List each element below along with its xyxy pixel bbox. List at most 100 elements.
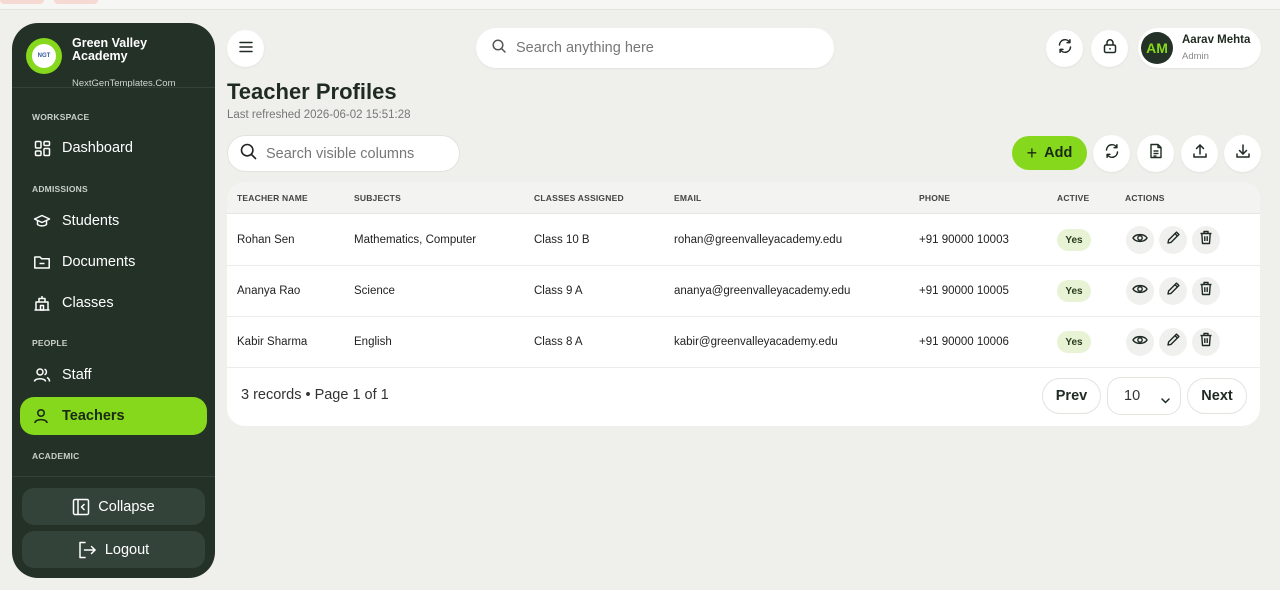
lock-button[interactable] [1091, 30, 1128, 67]
edit-button[interactable] [1159, 226, 1187, 254]
table-row: Rohan Sen Mathematics, Computer Class 10… [227, 215, 1260, 266]
global-search-input[interactable] [516, 40, 816, 56]
school-icon [32, 293, 52, 313]
trash-icon [1199, 332, 1213, 352]
column-header-phone[interactable]: PHONE [919, 193, 950, 203]
records-summary: 3 records • Page 1 of 1 [241, 387, 389, 403]
reload-table-button[interactable] [1093, 135, 1130, 172]
refresh-button[interactable] [1046, 30, 1083, 67]
trash-icon [1199, 281, 1213, 301]
next-page-button[interactable]: Next [1187, 378, 1247, 414]
sidebar-item-classes[interactable]: Classes [20, 284, 207, 322]
upload-icon [1192, 143, 1208, 164]
sidebar-item-label: Classes [62, 295, 114, 311]
sidebar-item-staff[interactable]: Staff [20, 356, 207, 394]
trash-icon [1199, 230, 1213, 250]
edit-button[interactable] [1159, 328, 1187, 356]
column-header-teacher-name[interactable]: TEACHER NAME [237, 193, 308, 203]
global-search[interactable] [476, 28, 834, 68]
delete-button[interactable] [1192, 277, 1220, 305]
users-icon [32, 365, 52, 385]
column-header-email[interactable]: EMAIL [674, 193, 701, 203]
search-icon [240, 143, 257, 165]
sidebar-item-dashboard[interactable]: Dashboard [20, 129, 207, 167]
browser-top-strip [0, 0, 1280, 10]
sidebar-item-label: Documents [62, 254, 136, 270]
cell-teacher-name: Rohan Sen [237, 234, 295, 246]
view-button[interactable] [1126, 226, 1154, 254]
sidebar-item-teachers[interactable]: Teachers [20, 397, 207, 435]
graduation-cap-icon [32, 211, 52, 231]
cell-phone: +91 90000 10005 [919, 285, 1009, 297]
menu-toggle-button[interactable] [227, 30, 264, 67]
column-search-input[interactable] [266, 145, 446, 162]
search-icon [492, 38, 506, 58]
brand-logo: NGT [26, 38, 62, 74]
user-role: Admin [1182, 51, 1209, 62]
cell-classes: Class 8 A [534, 336, 583, 348]
cell-subjects: Science [354, 285, 395, 297]
delete-button[interactable] [1192, 328, 1220, 356]
view-button[interactable] [1126, 277, 1154, 305]
logout-button[interactable]: Logout [22, 531, 205, 568]
page-size-select[interactable]: 10 [1107, 377, 1181, 415]
upload-button[interactable] [1181, 135, 1218, 172]
cell-classes: Class 10 B [534, 234, 590, 246]
logo-text: NGT [32, 44, 56, 68]
status-badge: Yes [1057, 280, 1091, 302]
chevron-down-icon [1161, 392, 1170, 408]
pencil-icon [1166, 281, 1181, 301]
sidebar-item-label: Students [62, 213, 120, 229]
page-title: Teacher Profiles [227, 79, 397, 104]
collapse-icon [72, 498, 90, 516]
cell-subjects: Mathematics, Computer [354, 234, 477, 246]
refresh-icon [1104, 143, 1120, 164]
brand-name: Green Valley Academy [72, 36, 148, 63]
prev-page-button[interactable]: Prev [1042, 378, 1101, 414]
pencil-icon [1166, 332, 1181, 352]
delete-button[interactable] [1192, 226, 1220, 254]
sidebar-item-documents[interactable]: Documents [20, 243, 207, 281]
section-label-workspace: WORKSPACE [32, 112, 90, 122]
cell-subjects: English [354, 336, 392, 348]
logout-label: Logout [104, 541, 150, 558]
sidebar-item-students[interactable]: Students [20, 202, 207, 240]
column-header-active[interactable]: ACTIVE [1057, 193, 1089, 203]
hamburger-icon [238, 40, 253, 58]
add-label: Add [1044, 145, 1073, 161]
column-header-actions: ACTIONS [1125, 193, 1165, 203]
section-label-academic: ACADEMIC [32, 451, 80, 461]
cell-phone: +91 90000 10003 [919, 234, 1009, 246]
collapse-button[interactable]: Collapse [22, 488, 205, 525]
column-header-subjects[interactable]: SUBJECTS [354, 193, 401, 203]
user-icon [32, 406, 52, 426]
add-teacher-button[interactable]: + Add [1012, 136, 1087, 170]
sidebar-item-label: Teachers [62, 408, 125, 424]
logout-icon [78, 541, 97, 559]
divider [12, 476, 215, 477]
lock-icon [1103, 38, 1117, 59]
export-document-button[interactable] [1137, 135, 1174, 172]
teachers-table: TEACHER NAME SUBJECTS CLASSES ASSIGNED E… [227, 182, 1260, 426]
cell-classes: Class 9 A [534, 285, 583, 297]
download-icon [1235, 143, 1251, 164]
avatar: AM [1141, 32, 1173, 64]
column-header-classes-assigned[interactable]: CLASSES ASSIGNED [534, 193, 624, 203]
eye-icon [1132, 231, 1148, 249]
refresh-icon [1057, 38, 1073, 59]
user-menu[interactable]: AM Aarav Mehta Admin [1138, 28, 1261, 68]
collapse-label: Collapse [98, 498, 155, 515]
cell-email: ananya@greenvalleyacademy.edu [674, 285, 851, 297]
download-button[interactable] [1224, 135, 1261, 172]
table-row: Ananya Rao Science Class 9 A ananya@gree… [227, 266, 1260, 317]
user-name: Aarav Mehta [1182, 34, 1251, 46]
pencil-icon [1166, 230, 1181, 250]
eye-icon [1132, 333, 1148, 351]
view-button[interactable] [1126, 328, 1154, 356]
cell-email: rohan@greenvalleyacademy.edu [674, 234, 843, 246]
cell-phone: +91 90000 10006 [919, 336, 1009, 348]
column-search[interactable] [227, 135, 460, 172]
sidebar-item-label: Staff [62, 367, 92, 383]
sidebar-item-label: Dashboard [62, 140, 133, 156]
edit-button[interactable] [1159, 277, 1187, 305]
